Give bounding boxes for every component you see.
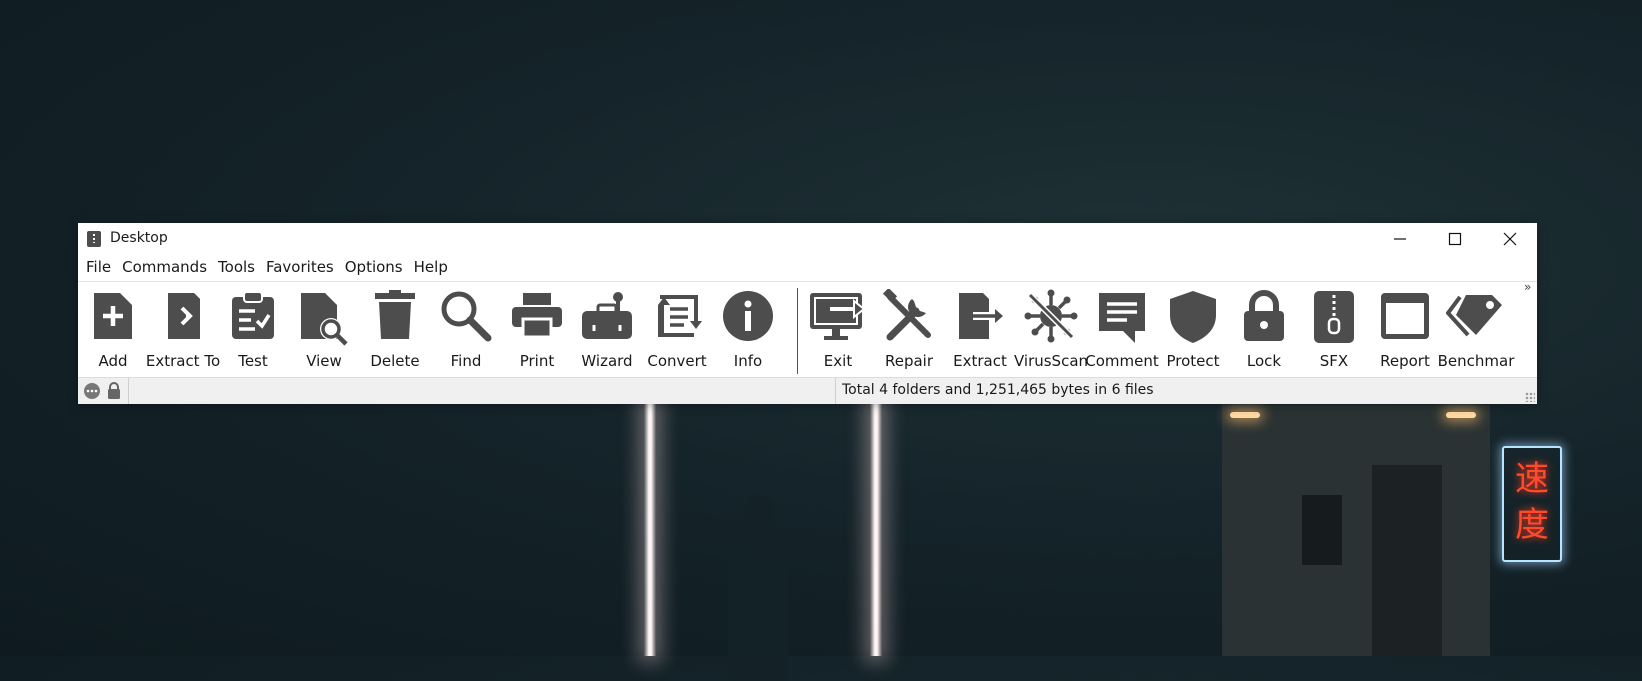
archive-window: Desktop File Commands Tools Favorites Op…: [78, 223, 1537, 404]
extract-to-icon: [160, 293, 200, 339]
test-button[interactable]: Test: [218, 286, 288, 374]
padlock-icon[interactable]: [106, 381, 122, 401]
light-column-left: [644, 400, 656, 656]
menu-file[interactable]: File: [86, 255, 118, 281]
protect-button[interactable]: Protect: [1158, 286, 1228, 374]
exit-icon: [810, 293, 866, 340]
silhouette-figure: [728, 520, 788, 681]
menu-commands[interactable]: Commands: [122, 255, 214, 281]
resize-grip[interactable]: [1525, 392, 1535, 402]
comment-icon: [1099, 293, 1145, 343]
menu-tools[interactable]: Tools: [218, 255, 262, 281]
app-icon[interactable]: [87, 231, 101, 247]
test-icon: [232, 291, 274, 339]
maximize-button[interactable]: [1428, 223, 1482, 255]
view-icon: [301, 293, 348, 346]
delete-button[interactable]: Delete: [360, 286, 430, 374]
info-label: Info: [733, 352, 763, 370]
more-icon[interactable]: [82, 381, 102, 401]
menu-help[interactable]: Help: [414, 255, 455, 281]
toolbar: Add Extract To Test View Delete Find Pri…: [78, 280, 1537, 378]
convert-icon: [658, 295, 702, 337]
convert-button[interactable]: Convert: [642, 286, 712, 374]
close-button[interactable]: [1483, 223, 1537, 255]
repair-button[interactable]: Repair: [874, 286, 944, 374]
benchmark-button[interactable]: Benchmar: [1438, 286, 1514, 374]
window-title: Desktop: [110, 230, 168, 246]
report-icon: [1381, 293, 1429, 339]
title-bar[interactable]: Desktop: [78, 223, 1537, 255]
menu-bar: File Commands Tools Favorites Options He…: [78, 255, 1537, 281]
menu-favorites[interactable]: Favorites: [266, 255, 341, 281]
wizard-icon: [582, 292, 632, 339]
close-icon: [1503, 232, 1517, 246]
building-window: [1302, 495, 1342, 565]
exit-button[interactable]: Exit: [803, 286, 873, 374]
extract-button[interactable]: Extract: [945, 286, 1015, 374]
protect-icon: [1170, 291, 1216, 343]
maximize-icon: [1448, 232, 1462, 246]
status-bar: Total 4 folders and 1,251,465 bytes in 6…: [78, 377, 1537, 404]
benchmark-icon: [1446, 295, 1502, 337]
add-icon: [94, 293, 132, 339]
sfx-button[interactable]: SFX: [1299, 286, 1369, 374]
print-icon: [512, 293, 562, 339]
status-icons: [78, 378, 129, 404]
delete-icon: [375, 290, 415, 339]
neon-sign: 速度: [1502, 446, 1562, 562]
minimize-button[interactable]: [1373, 223, 1427, 255]
sfx-icon: [1314, 291, 1354, 343]
info-icon: [723, 291, 773, 341]
menu-options[interactable]: Options: [345, 255, 410, 281]
lock-icon: [1244, 290, 1284, 341]
lamp-right: [1446, 412, 1476, 418]
virus-scan-button[interactable]: VirusScan: [1014, 286, 1088, 374]
lamp-left: [1230, 412, 1260, 418]
building: [1222, 405, 1490, 656]
light-column-right: [870, 400, 882, 656]
toolbar-overflow-button[interactable]: »: [1524, 280, 1531, 294]
virus-scan-icon: [1024, 289, 1078, 343]
report-button[interactable]: Report: [1370, 286, 1440, 374]
find-button[interactable]: Find: [431, 286, 501, 374]
find-icon: [441, 291, 492, 342]
minimize-icon: [1394, 238, 1406, 240]
benchmark-label: Benchmar: [1437, 352, 1515, 370]
view-button[interactable]: View: [289, 286, 359, 374]
status-text: Total 4 folders and 1,251,465 bytes in 6…: [835, 378, 1154, 404]
building-door: [1372, 465, 1442, 656]
extract-icon: [959, 293, 1003, 339]
repair-icon: [882, 289, 931, 341]
comment-button[interactable]: Comment: [1085, 286, 1159, 374]
info-button[interactable]: Info: [713, 286, 783, 374]
